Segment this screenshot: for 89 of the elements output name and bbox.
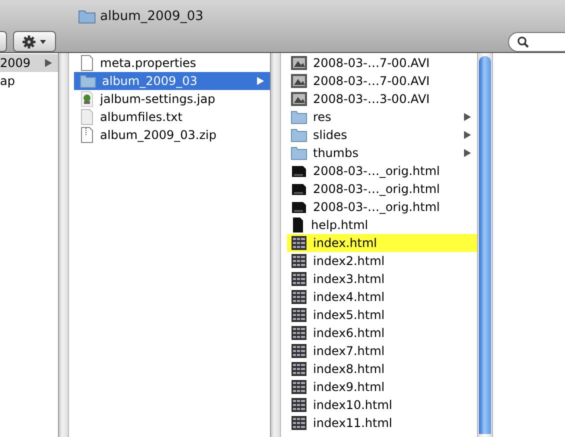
file-item[interactable]: jalbum-settings.jap xyxy=(74,90,270,108)
web-page-thumbnail-icon xyxy=(291,361,307,377)
file-name: index8.html xyxy=(313,362,386,376)
web-page-thumbnail-icon xyxy=(291,379,307,395)
file-item[interactable]: 2008-03-…7-00.AVI xyxy=(287,72,477,90)
settings-file-icon xyxy=(80,91,94,107)
file-name: 2008-03-…7-00.AVI xyxy=(313,74,431,88)
file-item[interactable]: meta.properties xyxy=(74,54,270,72)
file-item[interactable]: 2008-03-…3-00.AVI xyxy=(287,90,477,108)
gear-icon xyxy=(22,34,48,48)
file-name: 2009 xyxy=(0,56,32,70)
file-name: index11.html xyxy=(313,416,394,430)
dark-page-icon xyxy=(291,199,307,215)
window-title: album_2009_03 xyxy=(100,8,204,24)
file-item[interactable]: index11.html xyxy=(287,414,477,432)
file-name: albumfiles.txt xyxy=(100,110,184,124)
document-icon xyxy=(80,109,94,125)
file-item[interactable]: res xyxy=(287,108,477,126)
file-item[interactable]: index9.html xyxy=(287,378,477,396)
file-name: index5.html xyxy=(313,308,386,322)
file-name: album_2009_03.zip xyxy=(100,128,218,142)
file-item[interactable]: thumbs xyxy=(287,144,477,162)
web-page-thumbnail-icon xyxy=(291,397,307,413)
folder-icon xyxy=(291,146,307,160)
file-name: index9.html xyxy=(313,380,386,394)
file-name: index4.html xyxy=(313,290,386,304)
video-thumbnail-icon xyxy=(291,55,307,71)
file-item[interactable]: 2009 xyxy=(0,54,58,72)
file-item[interactable]: 2008-03-…_orig.html xyxy=(287,162,477,180)
file-item[interactable]: 2008-03-…_orig.html xyxy=(287,180,477,198)
file-name: 2008-03-…7-00.AVI xyxy=(313,56,431,70)
file-name: res xyxy=(313,110,332,124)
web-page-thumbnail-icon xyxy=(291,325,307,341)
search-icon xyxy=(517,36,529,48)
web-page-thumbnail-icon xyxy=(291,271,307,287)
video-thumbnail-icon xyxy=(291,91,307,107)
file-item[interactable]: help.html xyxy=(287,216,477,234)
file-name: 2008-03-…_orig.html xyxy=(313,200,441,214)
folder-icon xyxy=(80,74,96,88)
file-item[interactable]: index10.html xyxy=(287,396,477,414)
file-item[interactable]: index5.html xyxy=(287,306,477,324)
file-name: index2.html xyxy=(313,254,386,268)
file-item[interactable]: index3.html xyxy=(287,270,477,288)
file-item[interactable]: albumfiles.txt xyxy=(74,108,270,126)
file-name: 2008-03-…3-00.AVI xyxy=(313,92,431,106)
web-page-thumbnail-icon xyxy=(291,415,307,431)
file-item[interactable]: album_2009_03.zip xyxy=(74,126,270,144)
file-name: meta.properties xyxy=(100,56,198,70)
web-page-thumbnail-icon xyxy=(291,253,307,269)
file-item[interactable]: index.html xyxy=(287,234,477,252)
file-name: thumbs xyxy=(313,146,360,160)
file-name: index3.html xyxy=(313,272,386,286)
file-item[interactable]: index8.html xyxy=(287,360,477,378)
file-name: ap xyxy=(0,74,16,88)
file-name: album_2009_03 xyxy=(102,74,198,88)
dark-page-icon xyxy=(291,163,307,179)
dark-page-icon xyxy=(291,181,307,197)
web-page-thumbnail-icon xyxy=(291,307,307,323)
file-item[interactable]: album_2009_03 xyxy=(74,72,270,90)
video-thumbnail-icon xyxy=(291,73,307,89)
web-page-thumbnail-icon xyxy=(291,343,307,359)
file-name: index7.html xyxy=(313,344,386,358)
scrollbar-thumb[interactable] xyxy=(479,56,491,434)
file-item[interactable]: 2008-03-…_orig.html xyxy=(287,198,477,216)
file-item[interactable]: ap xyxy=(0,72,58,90)
file-item[interactable]: index6.html xyxy=(287,324,477,342)
file-item[interactable]: index2.html xyxy=(287,252,477,270)
file-name: help.html xyxy=(311,218,370,232)
file-name: 2008-03-…_orig.html xyxy=(313,182,441,196)
file-item[interactable]: 2008-03-…7-00.AVI xyxy=(287,54,477,72)
folder-icon xyxy=(291,128,307,142)
file-item[interactable]: slides xyxy=(287,126,477,144)
file-name: 2008-03-…_orig.html xyxy=(313,164,441,178)
action-menu-button[interactable] xyxy=(13,31,56,52)
folder-icon xyxy=(291,110,307,124)
folder-icon xyxy=(78,8,96,24)
file-name: index10.html xyxy=(313,398,394,412)
column-resize-bar[interactable] xyxy=(270,53,281,437)
file-name: slides xyxy=(313,128,348,142)
file-item[interactable]: index4.html xyxy=(287,288,477,306)
web-page-thumbnail-icon xyxy=(291,235,307,251)
file-name: index6.html xyxy=(313,326,386,340)
zip-file-icon xyxy=(80,127,94,143)
web-page-thumbnail-icon xyxy=(291,289,307,305)
file-item[interactable]: index7.html xyxy=(287,342,477,360)
file-name: jalbum-settings.jap xyxy=(100,92,216,106)
file-name: index.html xyxy=(313,236,378,250)
search-field[interactable] xyxy=(508,32,565,52)
page-icon xyxy=(291,217,305,233)
